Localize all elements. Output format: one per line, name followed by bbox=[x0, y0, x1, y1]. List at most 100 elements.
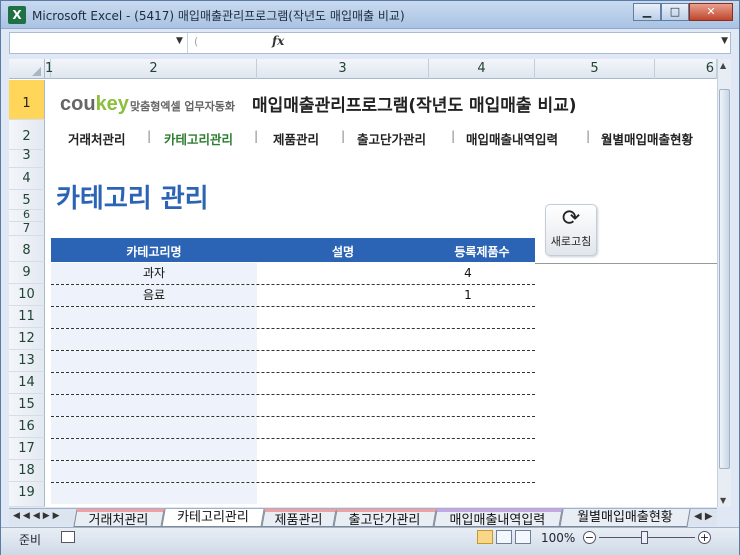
cell-category-name[interactable]: 과자 bbox=[51, 263, 257, 284]
row-header[interactable]: 13 bbox=[9, 350, 45, 372]
cell-category-name[interactable] bbox=[51, 373, 257, 394]
refresh-button[interactable]: ⟳ 새로고침 bbox=[545, 204, 597, 256]
scroll-down-icon[interactable]: ▼ bbox=[720, 496, 726, 505]
cell-category-name[interactable] bbox=[51, 395, 257, 416]
vertical-scrollbar[interactable]: ▲ ▼ bbox=[717, 59, 731, 507]
expand-formula-bar-icon[interactable]: ▼ bbox=[721, 36, 728, 46]
column-headers: 1 2 3 4 5 6 bbox=[9, 59, 717, 79]
view-buttons bbox=[477, 530, 531, 544]
zoom-out-icon[interactable]: − bbox=[583, 531, 596, 544]
coukey-logo: coukey bbox=[60, 93, 129, 116]
header-category-name: 카테고리명 bbox=[126, 245, 182, 259]
row-header[interactable]: 17 bbox=[9, 438, 45, 460]
cell-category-name[interactable] bbox=[51, 439, 257, 460]
page-layout-view-icon[interactable] bbox=[496, 530, 512, 544]
window-title: Microsoft Excel - (5417) 매입매출관리프로그램(작년도 … bbox=[32, 9, 405, 23]
row-header[interactable]: 2 bbox=[9, 120, 45, 150]
row-header[interactable]: 7 bbox=[9, 222, 45, 236]
column-header[interactable]: 4 bbox=[429, 59, 535, 79]
column-header[interactable]: 6 bbox=[655, 59, 717, 79]
window-controls: ▁ □ ✕ bbox=[633, 3, 733, 21]
name-box-dropdown-icon[interactable]: ▼ bbox=[176, 36, 183, 46]
sheet-tab-label: 월별매입매출현황 bbox=[577, 510, 673, 525]
logo-main-text: cou bbox=[60, 93, 96, 115]
row-header[interactable]: 16 bbox=[9, 416, 45, 438]
normal-view-icon[interactable] bbox=[477, 530, 493, 544]
insert-function-icon[interactable]: fx bbox=[272, 34, 284, 48]
table-row[interactable] bbox=[51, 439, 535, 461]
table-row[interactable]: 과자 4 bbox=[51, 263, 535, 285]
row-header[interactable]: 3 bbox=[9, 149, 45, 168]
table-row[interactable] bbox=[51, 417, 535, 439]
category-table-header: 카테고리명 설명 등록제품수 bbox=[51, 238, 535, 262]
name-box[interactable] bbox=[10, 33, 188, 53]
table-row[interactable] bbox=[51, 351, 535, 373]
sheet-tab-products[interactable]: 제품관리 bbox=[261, 509, 337, 528]
cell-category-name[interactable] bbox=[51, 461, 257, 482]
cell-product-count[interactable]: 4 bbox=[401, 263, 535, 284]
nav-item-clients[interactable]: 거래처관리 bbox=[68, 129, 126, 148]
sheet-tab-monthly-status[interactable]: 월별매입매출현황 bbox=[559, 509, 691, 527]
excel-app-icon[interactable]: X bbox=[8, 6, 26, 24]
nav-separator: | bbox=[341, 128, 346, 143]
nav-item-products[interactable]: 제품관리 bbox=[273, 129, 319, 148]
sheet-tab-transaction-input[interactable]: 매입매출내역입력 bbox=[433, 509, 563, 528]
maximize-button[interactable]: □ bbox=[661, 3, 689, 21]
worksheet-grid[interactable]: 1 2 3 4 5 6 1 2 3 4 5 6 7 8 9 10 11 12 1… bbox=[9, 59, 717, 507]
title-bar: X Microsoft Excel - (5417) 매입매출관리프로그램(작년… bbox=[1, 1, 739, 29]
close-button[interactable]: ✕ bbox=[689, 3, 733, 21]
row-header[interactable]: 15 bbox=[9, 394, 45, 416]
row-header[interactable]: 9 bbox=[9, 262, 45, 284]
table-row[interactable] bbox=[51, 395, 535, 417]
column-header[interactable]: 3 bbox=[257, 59, 429, 79]
row-header[interactable]: 18 bbox=[9, 460, 45, 482]
scroll-up-icon[interactable]: ▲ bbox=[720, 61, 726, 70]
row-header[interactable]: 4 bbox=[9, 168, 45, 190]
sheet-tab-clients[interactable]: 거래처관리 bbox=[73, 509, 165, 528]
zoom-knob[interactable] bbox=[641, 531, 648, 544]
row-header[interactable]: 12 bbox=[9, 328, 45, 350]
cell-category-name[interactable] bbox=[51, 351, 257, 372]
table-row[interactable] bbox=[51, 461, 535, 483]
nav-item-transaction-input[interactable]: 매입매출내역입력 bbox=[466, 129, 558, 148]
nav-item-shipping-price[interactable]: 출고단가관리 bbox=[357, 129, 426, 148]
cell-product-count[interactable]: 1 bbox=[401, 285, 535, 306]
refresh-label: 새로고침 bbox=[550, 235, 592, 248]
row-header[interactable]: 10 bbox=[9, 284, 45, 306]
minimize-button[interactable]: ▁ bbox=[633, 3, 661, 21]
row-header[interactable]: 8 bbox=[9, 236, 45, 262]
zoom-slider[interactable]: − + bbox=[583, 531, 711, 545]
row-header[interactable]: 1 bbox=[9, 80, 45, 120]
tab-nav-arrows-icon[interactable]: ◀◀◀▶▶ bbox=[13, 511, 63, 521]
refresh-icon: ⟳ bbox=[561, 206, 581, 231]
macro-record-icon[interactable] bbox=[61, 531, 75, 543]
table-row[interactable] bbox=[51, 483, 535, 505]
row-header[interactable]: 5 bbox=[9, 190, 45, 210]
table-row[interactable] bbox=[51, 329, 535, 351]
cell-category-name[interactable]: 음료 bbox=[51, 285, 257, 306]
table-row[interactable] bbox=[51, 373, 535, 395]
select-all-corner[interactable] bbox=[9, 59, 45, 79]
column-header[interactable]: 5 bbox=[535, 59, 655, 79]
nav-separator: | bbox=[254, 128, 259, 143]
column-header[interactable]: 2 bbox=[51, 59, 257, 79]
row-header[interactable]: 19 bbox=[9, 482, 45, 507]
zoom-in-icon[interactable]: + bbox=[698, 531, 711, 544]
sheet-tab-category[interactable]: 카테고리관리 bbox=[161, 509, 265, 527]
row-header[interactable]: 11 bbox=[9, 306, 45, 328]
table-row[interactable]: 음료 1 bbox=[51, 285, 535, 307]
nav-item-monthly-status[interactable]: 월별매입매출현황 bbox=[601, 129, 693, 148]
nav-item-category[interactable]: 카테고리관리 bbox=[164, 129, 233, 148]
cell-category-name[interactable] bbox=[51, 307, 257, 328]
cell-category-name[interactable] bbox=[51, 483, 257, 504]
zoom-level[interactable]: 100% bbox=[541, 531, 575, 545]
row-header[interactable]: 14 bbox=[9, 372, 45, 394]
page-title: 카테고리 관리 bbox=[56, 184, 209, 214]
table-row[interactable] bbox=[51, 307, 535, 329]
scroll-thumb[interactable] bbox=[719, 89, 730, 469]
page-break-view-icon[interactable] bbox=[515, 530, 531, 544]
cell-category-name[interactable] bbox=[51, 417, 257, 438]
cell-category-name[interactable] bbox=[51, 329, 257, 350]
sheet-tab-shipping-price[interactable]: 출고단가관리 bbox=[333, 509, 437, 528]
tab-scroll-arrows-icon[interactable]: ◀ ▶ bbox=[694, 511, 713, 522]
